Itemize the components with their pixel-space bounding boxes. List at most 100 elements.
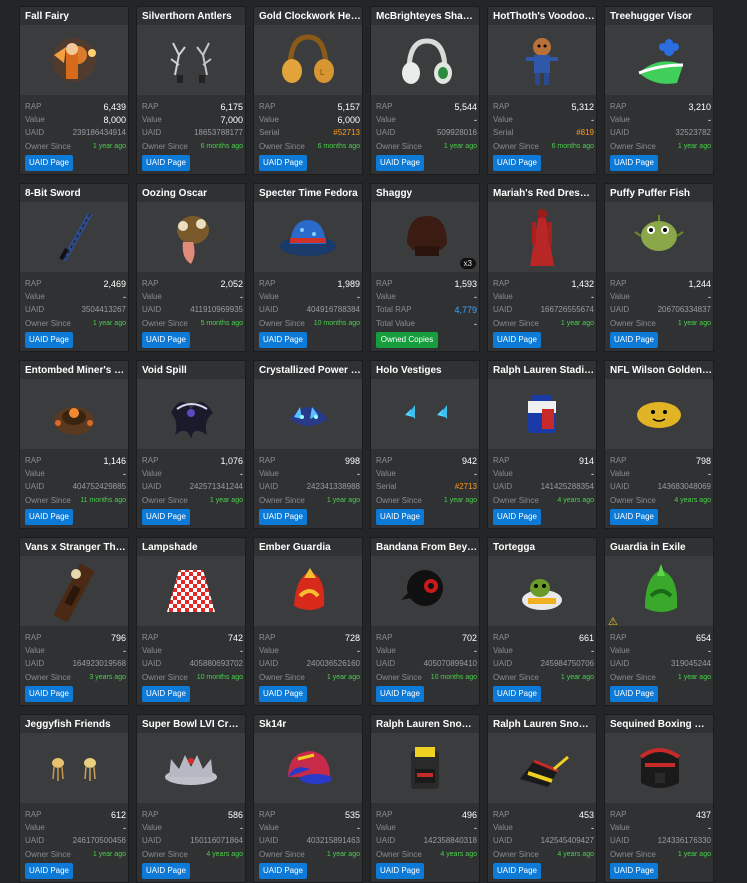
uaid-page-button[interactable]: UAID Page <box>376 686 424 702</box>
item-thumbnail[interactable] <box>137 202 245 272</box>
item-name[interactable]: Guardia in Exile <box>610 541 712 554</box>
item-thumbnail[interactable] <box>20 202 128 272</box>
uaid-page-button[interactable]: UAID Page <box>259 509 307 525</box>
item-name[interactable]: Mariah's Red Dress - Part 2 <box>493 187 595 200</box>
uaid-page-button[interactable]: UAID Page <box>259 332 307 348</box>
item-name[interactable]: Fall Fairy <box>25 10 127 23</box>
item-name[interactable]: Sequined Boxing Mask <box>610 718 712 731</box>
uaid-page-button[interactable]: UAID Page <box>376 155 424 171</box>
item-thumbnail[interactable] <box>488 379 596 449</box>
item-name[interactable]: HotThoth's Voodoo Doll <box>493 10 595 23</box>
item-name[interactable]: Jeggyfish Friends <box>25 718 127 731</box>
item-thumbnail[interactable] <box>20 379 128 449</box>
item-thumbnail[interactable] <box>254 556 362 626</box>
item-name[interactable]: Entombed Miner's Helmet <box>25 364 127 377</box>
uaid-page-button[interactable]: UAID Page <box>25 509 73 525</box>
uaid-page-button[interactable]: UAID Page <box>25 863 73 879</box>
uaid-page-button[interactable]: UAID Page <box>142 686 190 702</box>
item-name[interactable]: Bandana From Beyond <box>376 541 478 554</box>
uaid-page-button[interactable]: UAID Page <box>25 686 73 702</box>
uaid-page-button[interactable]: UAID Page <box>493 332 541 348</box>
uaid-page-button[interactable]: UAID Page <box>142 155 190 171</box>
item-thumbnail[interactable] <box>371 733 479 803</box>
item-thumbnail[interactable] <box>254 733 362 803</box>
item-thumbnail[interactable] <box>605 733 713 803</box>
uaid-page-button[interactable]: UAID Page <box>610 509 658 525</box>
value-row: Value - <box>610 291 711 303</box>
item-name[interactable]: Super Bowl LVI Crown <box>142 718 244 731</box>
item-name[interactable]: 8-Bit Sword <box>25 187 127 200</box>
value-row-label: Value <box>376 823 396 832</box>
id-row: Total RAP 4,779 <box>376 304 477 316</box>
uaid-page-button[interactable]: UAID Page <box>376 509 424 525</box>
item-name[interactable]: Vans x Stranger Things Clock <box>25 541 127 554</box>
uaid-page-button[interactable]: UAID Page <box>610 155 658 171</box>
item-name[interactable]: Crystallized Power Mask <box>259 364 361 377</box>
item-thumbnail[interactable] <box>254 379 362 449</box>
rap-row-label: RAP <box>25 102 42 111</box>
item-thumbnail[interactable] <box>371 379 479 449</box>
uaid-page-button[interactable]: UAID Page <box>142 863 190 879</box>
item-thumbnail[interactable] <box>605 25 713 95</box>
uaid-page-button[interactable]: UAID Page <box>493 863 541 879</box>
item-name[interactable]: McBrighteyes Shamrock Headphones <box>376 10 478 23</box>
item-thumbnail[interactable] <box>20 25 128 95</box>
uaid-page-button[interactable]: UAID Page <box>142 509 190 525</box>
owned-copies-button[interactable]: Owned Copies <box>376 332 438 348</box>
uaid-page-button[interactable]: UAID Page <box>25 155 73 171</box>
item-thumbnail[interactable] <box>254 202 362 272</box>
uaid-page-button[interactable]: UAID Page <box>610 686 658 702</box>
item-thumbnail[interactable]: L <box>254 25 362 95</box>
uaid-page-button[interactable]: UAID Page <box>259 686 307 702</box>
item-name[interactable]: Ralph Lauren Snow Backpack <box>376 718 478 731</box>
item-name[interactable]: Ralph Lauren Stadium Bag <box>493 364 595 377</box>
id-row-value: 150116071864 <box>190 836 243 845</box>
item-name[interactable]: Lampshade <box>142 541 244 554</box>
item-name[interactable]: NFL Wilson Golden Football <box>610 364 712 377</box>
item-name[interactable]: Puffy Puffer Fish <box>610 187 712 200</box>
item-thumbnail[interactable] <box>371 556 479 626</box>
item-name[interactable]: Ralph Lauren Snow Beltbag <box>493 718 595 731</box>
uaid-page-button[interactable]: UAID Page <box>610 332 658 348</box>
item-thumbnail[interactable] <box>488 733 596 803</box>
item-thumbnail[interactable] <box>20 556 128 626</box>
item-name[interactable]: Void Spill <box>142 364 244 377</box>
item-name[interactable]: Specter Time Fedora <box>259 187 361 200</box>
uaid-page-button[interactable]: UAID Page <box>376 863 424 879</box>
item-thumbnail[interactable] <box>488 202 596 272</box>
item-thumbnail[interactable] <box>137 379 245 449</box>
uaid-page-button[interactable]: UAID Page <box>610 863 658 879</box>
uaid-page-button[interactable]: UAID Page <box>142 332 190 348</box>
item-thumbnail[interactable] <box>605 202 713 272</box>
uaid-page-button[interactable]: UAID Page <box>25 332 73 348</box>
id-row-value: 242571341244 <box>189 482 243 491</box>
item-name[interactable]: Gold Clockwork Headphones <box>259 10 361 23</box>
item-thumbnail[interactable] <box>488 25 596 95</box>
visor-icon <box>638 39 684 84</box>
uaid-page-button[interactable]: UAID Page <box>493 509 541 525</box>
item-thumbnail[interactable] <box>137 556 245 626</box>
item-thumbnail[interactable]: ⚠ <box>605 556 713 626</box>
item-thumbnail[interactable] <box>137 733 245 803</box>
rap-row: RAP 654 <box>610 632 711 644</box>
uaid-page-button[interactable]: UAID Page <box>493 686 541 702</box>
item-thumbnail[interactable] <box>137 25 245 95</box>
item-name[interactable]: Sk14r <box>259 718 361 731</box>
item-name[interactable]: Tortegga <box>493 541 595 554</box>
item-thumbnail[interactable] <box>605 379 713 449</box>
item-thumbnail[interactable] <box>488 556 596 626</box>
item-thumbnail[interactable] <box>371 25 479 95</box>
uaid-page-button[interactable]: UAID Page <box>259 863 307 879</box>
item-name[interactable]: Silverthorn Antlers <box>142 10 244 23</box>
item-name[interactable]: Holo Vestiges <box>376 364 478 377</box>
uaid-page-button[interactable]: UAID Page <box>493 155 541 171</box>
uaid-page-button[interactable]: UAID Page <box>259 155 307 171</box>
item-name[interactable]: Shaggy <box>376 187 478 200</box>
rap-row: RAP 1,076 <box>142 455 243 467</box>
value-row-label: Value <box>376 646 396 655</box>
item-thumbnail[interactable] <box>20 733 128 803</box>
item-name[interactable]: Ember Guardia <box>259 541 361 554</box>
item-thumbnail[interactable]: x3 <box>371 202 479 272</box>
item-name[interactable]: Oozing Oscar <box>142 187 244 200</box>
item-name[interactable]: Treehugger Visor <box>610 10 712 23</box>
